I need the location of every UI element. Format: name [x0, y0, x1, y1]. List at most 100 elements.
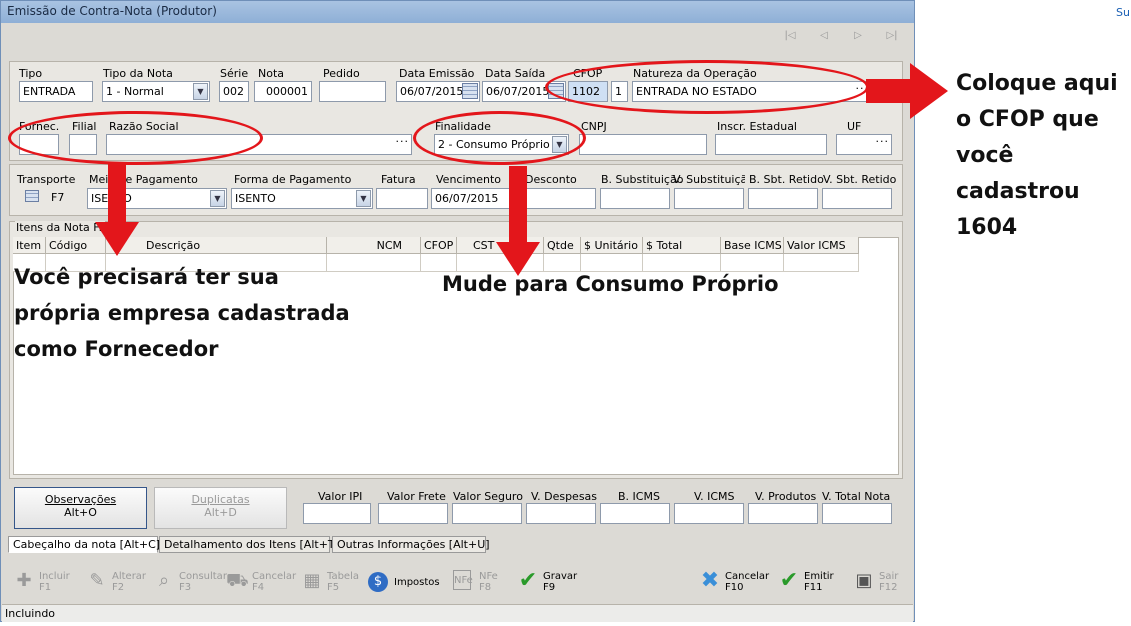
duplicatas-button[interactable]: Duplicatas Alt+D	[154, 487, 287, 529]
cfop-note-line: 1604	[956, 215, 1018, 240]
total-frete-field[interactable]	[378, 503, 448, 524]
tab-cabecalho[interactable]: Cabeçalho da nota [Alt+C]	[8, 536, 160, 553]
vencimento-label: Vencimento	[436, 173, 502, 186]
tipo-nota-select[interactable]: 1 - Normal ▼	[102, 81, 210, 102]
chevron-down-icon[interactable]: ▼	[193, 83, 208, 100]
nota-label: Nota	[258, 67, 285, 80]
window-title: Emissão de Contra-Nota (Produtor)	[1, 1, 914, 23]
cancelar-cart-button[interactable]: ⛟ Cancelar F4	[226, 568, 296, 598]
chevron-down-icon[interactable]: ▼	[210, 190, 225, 207]
cancelar-label: Cancelar	[725, 571, 770, 582]
total-despesas-label: V. Despesas	[531, 490, 598, 503]
emitir-button[interactable]: ✔ Emitir F11	[778, 568, 838, 598]
total-despesas-field[interactable]	[526, 503, 596, 524]
total-produtos-label: V. Produtos	[755, 490, 817, 503]
total-ipi-field[interactable]	[303, 503, 371, 524]
uf-field[interactable]: ···	[836, 134, 892, 155]
forma-select[interactable]: ISENTO ▼	[231, 188, 373, 209]
more-icon[interactable]: ···	[876, 135, 890, 148]
gravar-button[interactable]: ✔ Gravar F9	[517, 568, 579, 598]
record-navigation: |◁ ◁ ▷ ▷|	[2, 23, 913, 49]
grid-cell[interactable]	[784, 254, 859, 272]
last-icon[interactable]: ▷|	[884, 29, 900, 43]
truck-icon[interactable]	[25, 190, 39, 202]
total-seguro-label: Valor Seguro	[453, 490, 523, 503]
tipo-label: Tipo	[19, 67, 43, 80]
items-group-label: Itens da Nota Fiscal	[15, 221, 105, 234]
gravar-key: F9	[543, 582, 556, 593]
total-nota-field[interactable]	[822, 503, 892, 524]
emitir-label: Emitir	[804, 571, 834, 582]
next-icon[interactable]: ▷	[850, 29, 866, 43]
impostos-label: Impostos	[394, 577, 440, 588]
arrow-down-finalidade-icon	[496, 166, 540, 278]
col-base-icms[interactable]: Base ICMS	[721, 237, 784, 254]
observacoes-key: Alt+O	[64, 506, 97, 519]
total-seguro-field[interactable]	[452, 503, 522, 524]
col-descricao[interactable]: Descrição	[106, 237, 327, 254]
total-bicms-field[interactable]	[600, 503, 670, 524]
corner-link[interactable]: Su	[1116, 6, 1130, 19]
inscr-label: Inscr. Estadual	[717, 120, 797, 133]
consultar-key: F3	[179, 582, 192, 593]
items-grid-header: Item Código Descrição NCM CFOP CST Qtde …	[13, 237, 859, 254]
chevron-down-icon[interactable]: ▼	[356, 190, 371, 207]
col-unitario[interactable]: $ Unitário	[581, 237, 643, 254]
emitir-key: F11	[804, 582, 823, 593]
total-vicms-field[interactable]	[674, 503, 744, 524]
tab-detalhamento[interactable]: Detalhamento dos Itens [Alt+T]	[159, 536, 339, 553]
pedido-field[interactable]	[319, 81, 386, 102]
vsbt-label: V. Sbt. Retido	[823, 173, 897, 186]
tabela-button[interactable]: ▦ Tabela F5	[301, 568, 363, 598]
arrow-right-icon	[866, 63, 948, 119]
cnpj-field[interactable]	[579, 134, 707, 155]
tab-outras-informacoes[interactable]: Outras Informações [Alt+U]	[332, 536, 490, 553]
fatura-field[interactable]	[376, 188, 428, 209]
incluir-button[interactable]: ✚ Incluir F1	[13, 568, 75, 598]
serie-label: Série	[220, 67, 249, 80]
bsbt-label: B. Sbt. Retido	[749, 173, 824, 186]
gravar-label: Gravar	[543, 571, 578, 582]
inscr-field[interactable]	[715, 134, 827, 155]
fornecedor-note: Você precisará ter sua própria empresa c…	[14, 259, 350, 367]
vsub-field[interactable]	[674, 188, 744, 209]
data-emissao-field[interactable]: 06/07/2015	[396, 81, 480, 102]
tipo-nota-value: 1 - Normal	[106, 85, 164, 98]
bsbt-field[interactable]	[748, 188, 818, 209]
bsub-field[interactable]	[600, 188, 670, 209]
cfop-note-line: Coloque aqui	[956, 71, 1118, 96]
forma-value: ISENTO	[235, 192, 276, 205]
col-qtde[interactable]: Qtde	[544, 237, 581, 254]
total-vicms-label: V. ICMS	[694, 490, 735, 503]
col-total[interactable]: $ Total	[643, 237, 721, 254]
consultar-button[interactable]: ⌕ Consultar F3	[153, 568, 227, 598]
alterar-label: Alterar	[112, 571, 147, 582]
arrow-down-fornecedor-icon	[95, 164, 139, 256]
observacoes-button[interactable]: Observações Alt+O	[14, 487, 147, 529]
col-cfop[interactable]: CFOP	[421, 237, 457, 254]
col-valor-icms[interactable]: Valor ICMS	[784, 237, 859, 254]
total-produtos-field[interactable]	[748, 503, 818, 524]
pedido-label: Pedido	[323, 67, 360, 80]
nfe-button[interactable]: NFe NFe F8	[453, 568, 503, 598]
sair-button[interactable]: ▣ Sair F12	[853, 568, 908, 598]
cancelar-button[interactable]: ✖ Cancelar F10	[699, 568, 770, 598]
alterar-button[interactable]: ✎ Alterar F2	[86, 568, 148, 598]
impostos-button[interactable]: $ Impostos	[368, 568, 440, 598]
nfe-icon: NFe	[453, 570, 473, 590]
observacoes-label: Observações	[44, 493, 117, 506]
prev-icon[interactable]: ◁	[816, 29, 832, 43]
serie-field[interactable]: 002	[219, 81, 249, 102]
first-icon[interactable]: |◁	[782, 29, 798, 43]
bsub-label: B. Substituição	[601, 173, 684, 186]
nota-field[interactable]: 000001	[254, 81, 312, 102]
cfop-note-line: você	[956, 143, 1014, 168]
calendar-icon[interactable]	[462, 83, 478, 99]
col-item[interactable]: Item	[13, 237, 46, 254]
tipo-field[interactable]: ENTRADA	[19, 81, 93, 102]
vsbt-field[interactable]	[822, 188, 892, 209]
more-icon[interactable]: ···	[396, 135, 410, 148]
col-ncm[interactable]: NCM	[327, 237, 421, 254]
plus-icon: ✚	[16, 570, 32, 591]
fatura-label: Fatura	[381, 173, 416, 186]
